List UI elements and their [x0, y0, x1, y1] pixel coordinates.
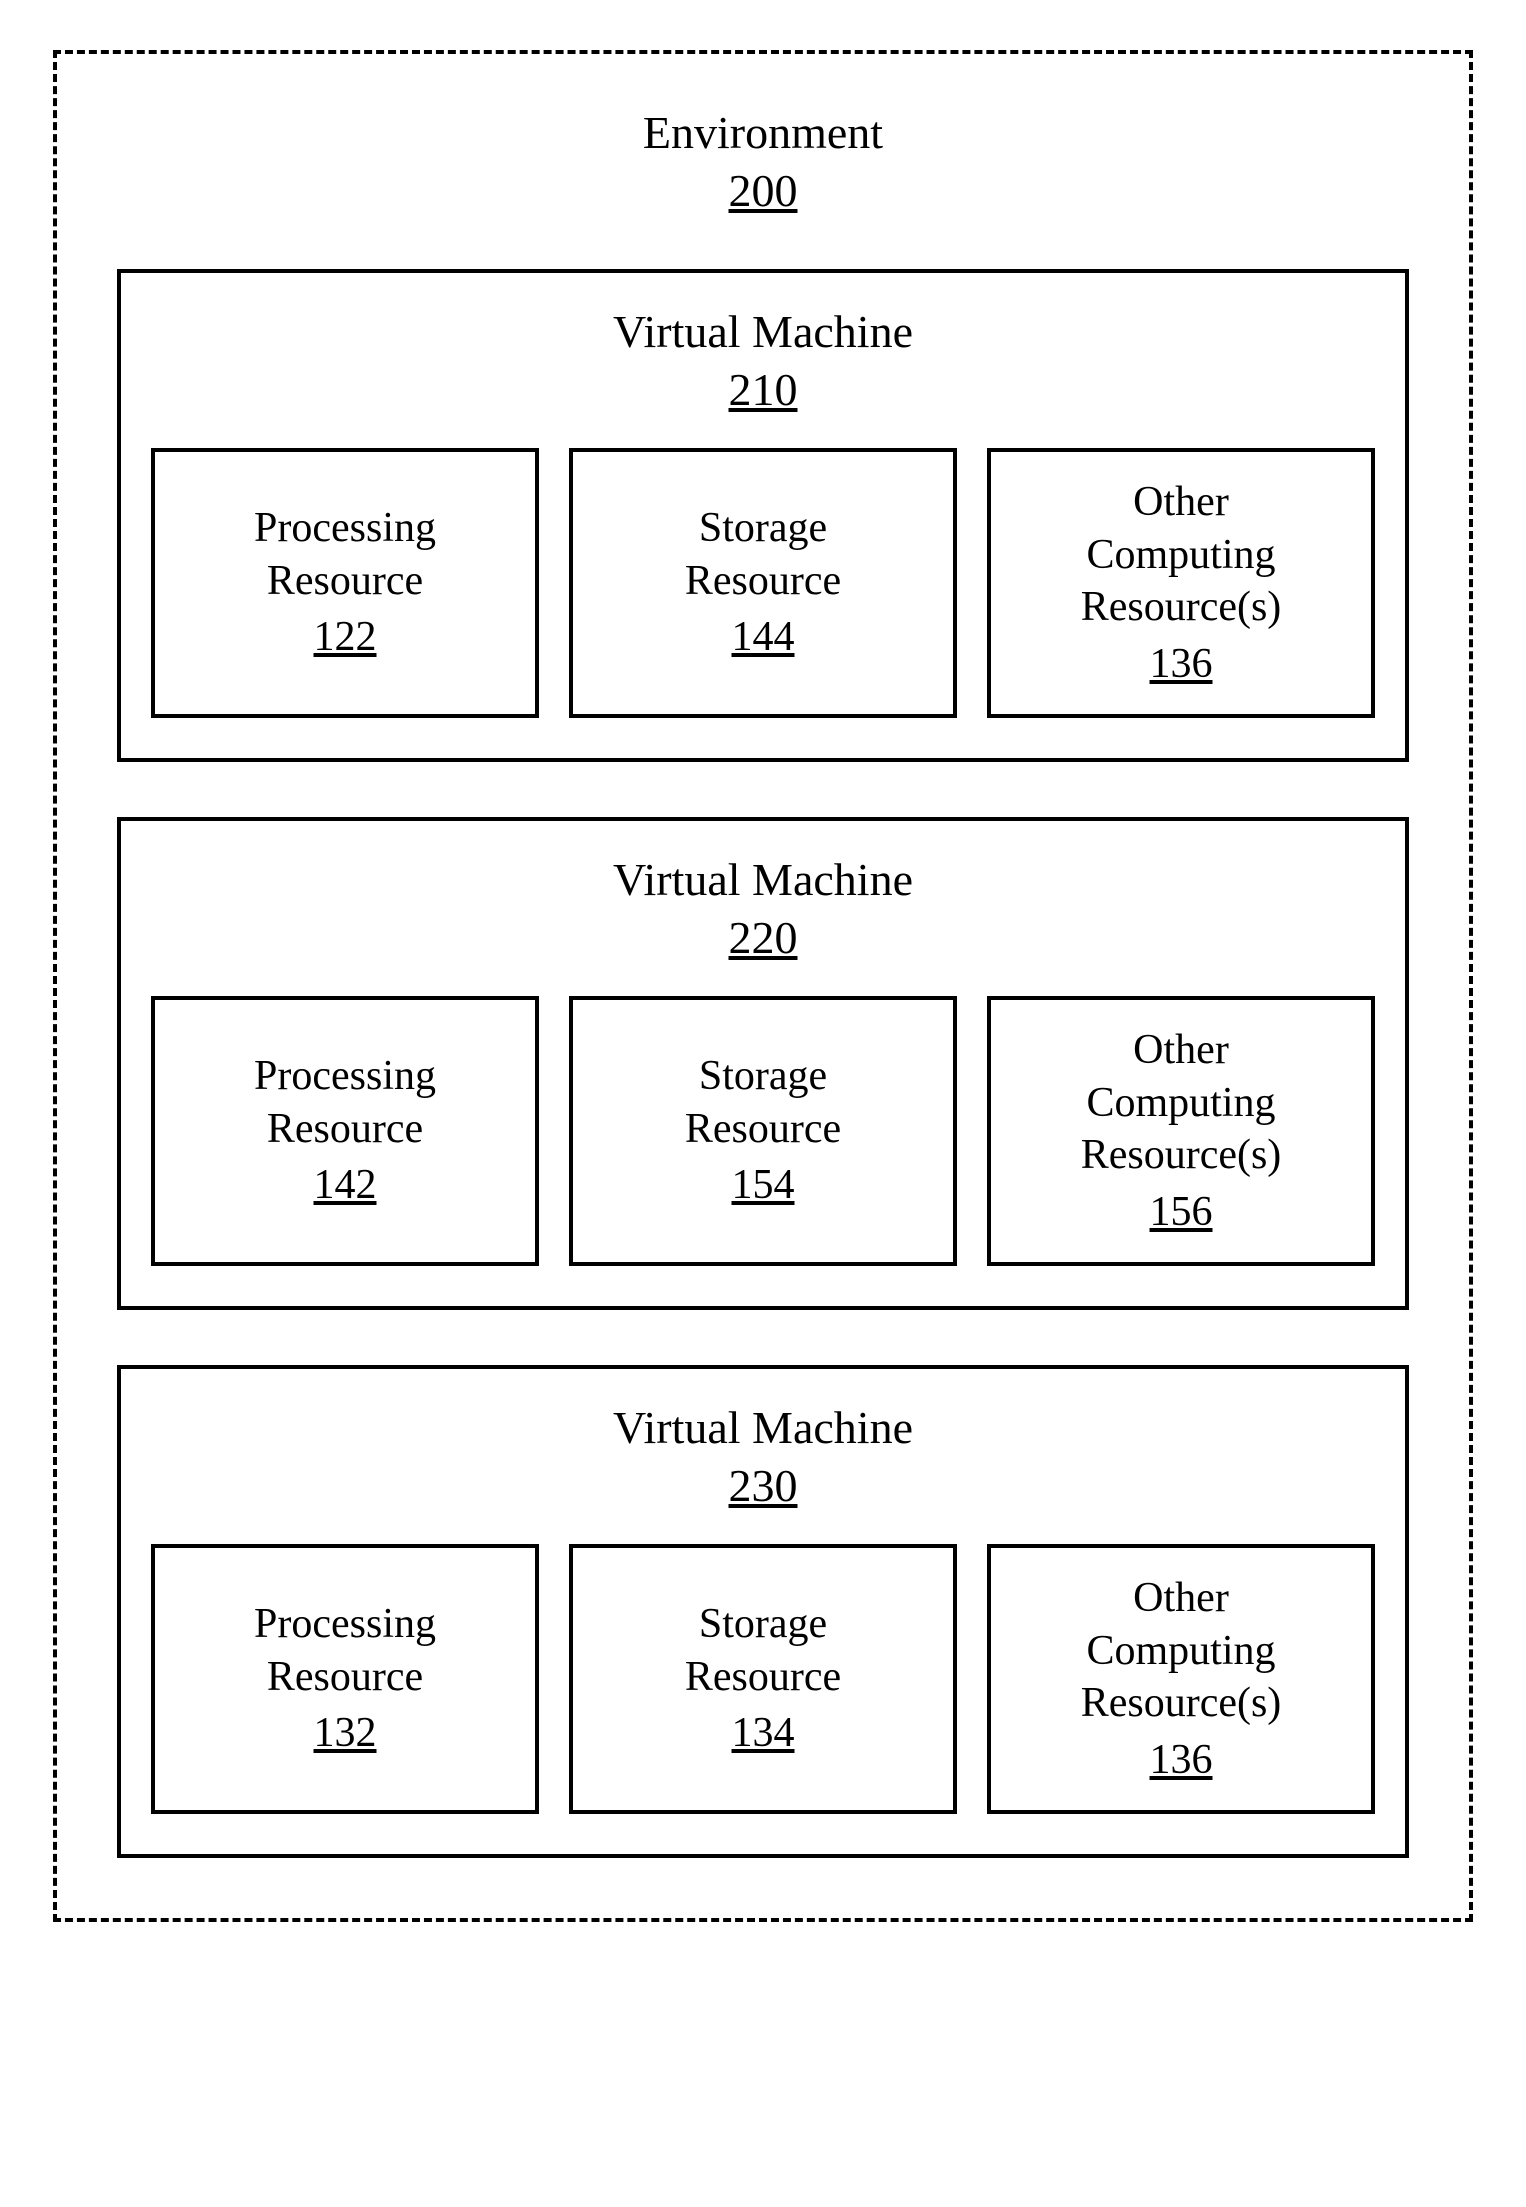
resource-ref: 136 — [1150, 638, 1213, 691]
virtual-machine-block: Virtual Machine 220 Processing Resource … — [117, 817, 1409, 1310]
virtual-machine-header: Virtual Machine 220 — [151, 851, 1375, 966]
environment-container: Environment 200 Virtual Machine 210 Proc… — [53, 50, 1473, 1922]
processing-resource-box: Processing Resource 142 — [151, 996, 539, 1266]
resource-line3: Resource(s) — [1081, 1129, 1282, 1182]
other-computing-resource-box: Other Computing Resource(s) 156 — [987, 996, 1375, 1266]
other-computing-resource-box: Other Computing Resource(s) 136 — [987, 448, 1375, 718]
virtual-machine-title: Virtual Machine — [613, 1402, 913, 1453]
resource-ref: 144 — [732, 611, 795, 664]
virtual-machine-ref: 210 — [729, 361, 798, 419]
resource-line1: Processing — [254, 1050, 436, 1103]
resource-line2: Computing — [1086, 1625, 1275, 1678]
environment-ref: 200 — [729, 162, 798, 220]
resource-ref: 134 — [732, 1707, 795, 1760]
resource-row: Processing Resource 142 Storage Resource… — [151, 996, 1375, 1266]
resource-row: Processing Resource 122 Storage Resource… — [151, 448, 1375, 718]
resource-line1: Storage — [699, 1050, 827, 1103]
resource-line2: Resource — [267, 555, 423, 608]
resource-line1: Other — [1133, 1572, 1229, 1625]
resource-ref: 142 — [314, 1159, 377, 1212]
resource-ref: 136 — [1150, 1734, 1213, 1787]
resource-line2: Resource — [685, 1103, 841, 1156]
virtual-machine-title: Virtual Machine — [613, 854, 913, 905]
virtual-machine-ref: 230 — [729, 1457, 798, 1515]
resource-line2: Resource — [685, 1651, 841, 1704]
resource-line2: Resource — [267, 1651, 423, 1704]
virtual-machine-ref: 220 — [729, 909, 798, 967]
resource-line1: Storage — [699, 1598, 827, 1651]
virtual-machine-header: Virtual Machine 230 — [151, 1399, 1375, 1514]
virtual-machine-title: Virtual Machine — [613, 306, 913, 357]
resource-row: Processing Resource 132 Storage Resource… — [151, 1544, 1375, 1814]
other-computing-resource-box: Other Computing Resource(s) 136 — [987, 1544, 1375, 1814]
resource-line1: Other — [1133, 476, 1229, 529]
virtual-machine-block: Virtual Machine 210 Processing Resource … — [117, 269, 1409, 762]
resource-line1: Other — [1133, 1024, 1229, 1077]
resource-ref: 154 — [732, 1159, 795, 1212]
environment-header: Environment 200 — [117, 104, 1409, 219]
resource-line1: Storage — [699, 502, 827, 555]
processing-resource-box: Processing Resource 122 — [151, 448, 539, 718]
resource-line3: Resource(s) — [1081, 1677, 1282, 1730]
resource-line1: Processing — [254, 502, 436, 555]
storage-resource-box: Storage Resource 134 — [569, 1544, 957, 1814]
resource-ref: 122 — [314, 611, 377, 664]
resource-line2: Resource — [267, 1103, 423, 1156]
storage-resource-box: Storage Resource 154 — [569, 996, 957, 1266]
environment-title: Environment — [643, 107, 883, 158]
resource-line2: Resource — [685, 555, 841, 608]
storage-resource-box: Storage Resource 144 — [569, 448, 957, 718]
resource-line3: Resource(s) — [1081, 581, 1282, 634]
virtual-machine-block: Virtual Machine 230 Processing Resource … — [117, 1365, 1409, 1858]
resource-ref: 156 — [1150, 1186, 1213, 1239]
virtual-machine-header: Virtual Machine 210 — [151, 303, 1375, 418]
resource-ref: 132 — [314, 1707, 377, 1760]
resource-line1: Processing — [254, 1598, 436, 1651]
resource-line2: Computing — [1086, 529, 1275, 582]
resource-line2: Computing — [1086, 1077, 1275, 1130]
processing-resource-box: Processing Resource 132 — [151, 1544, 539, 1814]
